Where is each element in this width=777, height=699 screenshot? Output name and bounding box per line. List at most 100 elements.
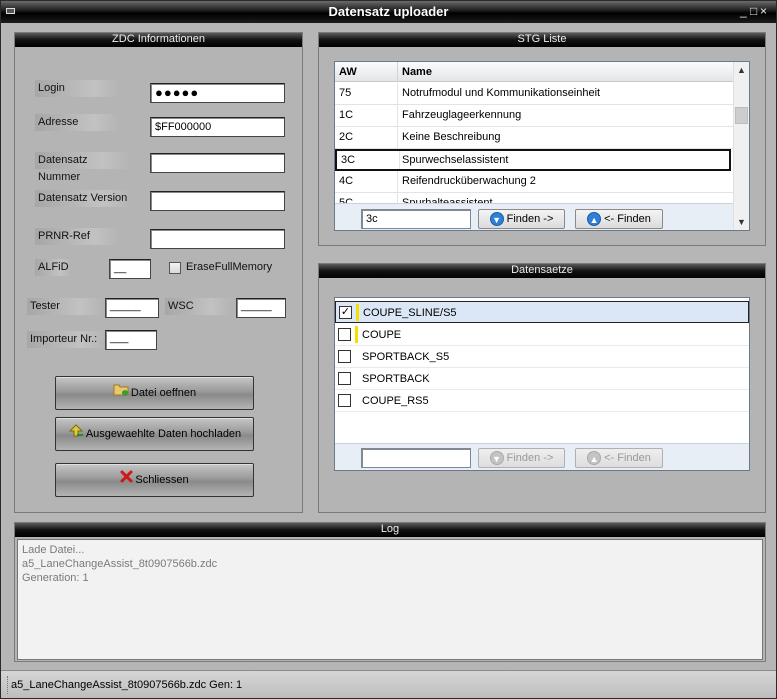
datensatz-checkbox[interactable]: [338, 328, 351, 341]
login-label: Login: [35, 80, 119, 97]
arrow-down-icon: ▼: [489, 212, 504, 227]
datensatz-version-label: Datensatz Version: [35, 190, 131, 207]
stg-row-selected[interactable]: 3C Spurwechselassistent: [335, 149, 731, 171]
datensatz-nummer-label: Datensatz Nummer: [35, 152, 131, 183]
datensatz-nummer-field[interactable]: [150, 153, 285, 173]
importeur-field[interactable]: ___: [105, 330, 157, 350]
log-output[interactable]: Lade Datei... a5_LaneChangeAssist_8t0907…: [17, 539, 763, 660]
arrow-up-icon: ▲: [587, 212, 602, 227]
minimize-icon[interactable]: _: [740, 4, 750, 18]
log-panel-title: Log: [15, 523, 765, 537]
datensatz-checkbox[interactable]: [338, 350, 351, 363]
stg-row-name: Spurwechselassistent: [402, 154, 509, 166]
zdc-panel: ZDC Informationen Login ●●●●● Adresse $F…: [14, 32, 303, 513]
stg-scrollbar[interactable]: ▲ ▼: [733, 62, 749, 230]
datensatz-item[interactable]: SPORTBACK_S5: [335, 346, 749, 368]
datensaetze-list: ✓ COUPE_SLINE/S5 COUPE SPORTBACK_S5 SPOR…: [334, 297, 750, 471]
datensatz-marker: [355, 326, 358, 343]
window-controls: _□×: [740, 4, 770, 18]
alfid-field[interactable]: __: [109, 259, 151, 279]
alfid-label: ALFiD: [35, 259, 71, 276]
close-icon[interactable]: ×: [760, 4, 770, 18]
stg-row-aw: 3C: [337, 151, 400, 169]
open-file-label: Datei oeffnen: [130, 387, 197, 399]
stg-find-next-button[interactable]: ▼ Finden ->: [478, 209, 565, 229]
importeur-label: Importeur Nr.:: [27, 331, 105, 348]
datensaetze-find-prev-label: <- Finden: [604, 452, 651, 464]
wsc-field[interactable]: _____: [236, 298, 286, 318]
stg-panel-title: STG Liste: [319, 33, 765, 47]
arrow-up-icon: ▲: [587, 451, 602, 466]
upload-selected-button[interactable]: Ausgewaehlte Daten hochladen: [55, 417, 254, 451]
datensatz-item-selected[interactable]: ✓ COUPE_SLINE/S5: [335, 301, 749, 323]
adresse-label: Adresse: [35, 114, 119, 131]
datensatz-label: COUPE_RS5: [362, 395, 429, 407]
close-label: Schliessen: [135, 474, 189, 486]
tester-label: Tester: [27, 298, 103, 315]
stg-row-aw: 2C: [335, 127, 398, 148]
datensatz-checkbox[interactable]: [338, 394, 351, 407]
col-aw-header[interactable]: AW: [335, 62, 398, 82]
datensaetze-panel: Datensaetze ✓ COUPE_SLINE/S5 COUPE SPORT…: [318, 263, 766, 513]
datensaetze-find-next-button[interactable]: ▼ Finden ->: [478, 448, 565, 468]
stg-find-next-label: Finden ->: [506, 213, 554, 225]
datensaetze-find-next-label: Finden ->: [506, 452, 554, 464]
col-name-header[interactable]: Name: [398, 62, 734, 82]
stg-row-aw: 4C: [335, 171, 398, 192]
stg-row-name: Reifendrucküberwachung 2: [402, 175, 536, 187]
datensatz-label: COUPE_SLINE/S5: [363, 307, 457, 319]
scroll-thumb[interactable]: [735, 107, 748, 124]
title-bar: Datensatz uploader _□×: [1, 1, 776, 23]
stg-find-bar: 3c ▼ Finden -> ▲ <- Finden: [335, 203, 734, 230]
datensatz-item[interactable]: COUPE_RS5: [335, 390, 749, 412]
upload-selected-label: Ausgewaehlte Daten hochladen: [85, 428, 242, 440]
datensatz-label: SPORTBACK_S5: [362, 351, 450, 363]
open-file-button[interactable]: Datei oeffnen: [55, 376, 254, 410]
stg-row[interactable]: 4C Reifendrucküberwachung 2: [335, 171, 734, 193]
datensatz-checkbox[interactable]: [338, 372, 351, 385]
datensaetze-panel-title: Datensaetze: [319, 264, 765, 278]
erase-full-memory-checkbox[interactable]: [169, 262, 181, 274]
status-text: a5_LaneChangeAssist_8t0907566b.zdc Gen: …: [11, 679, 243, 691]
stg-find-prev-label: <- Finden: [604, 213, 651, 225]
upload-icon: [68, 418, 84, 450]
datensatz-item[interactable]: SPORTBACK: [335, 368, 749, 390]
stg-row-name: Keine Beschreibung: [402, 131, 501, 143]
datensaetze-find-prev-button[interactable]: ▲ <- Finden: [575, 448, 663, 468]
log-line: Lade Datei...: [22, 544, 85, 556]
login-field[interactable]: ●●●●●: [150, 83, 285, 103]
adresse-field[interactable]: $FF000000: [150, 117, 285, 137]
prnr-ref-field[interactable]: [150, 229, 285, 249]
window-title: Datensatz uploader: [328, 4, 449, 19]
stg-row-aw: 75: [335, 83, 398, 104]
red-x-icon: [120, 464, 133, 496]
datensatz-version-field[interactable]: [150, 191, 285, 211]
datensatz-checkbox[interactable]: ✓: [339, 306, 352, 319]
stg-grid: AW Name 75 Notrufmodul und Kommunikation…: [334, 61, 750, 231]
maximize-icon[interactable]: □: [750, 4, 760, 18]
log-panel: Log Lade Datei... a5_LaneChangeAssist_8t…: [14, 522, 766, 662]
close-button[interactable]: Schliessen: [55, 463, 254, 497]
scroll-down-icon[interactable]: ▼: [734, 214, 749, 230]
datensatz-label: SPORTBACK: [362, 373, 430, 385]
log-line: a5_LaneChangeAssist_8t0907566b.zdc: [22, 558, 218, 570]
datensaetze-search-input[interactable]: [361, 448, 471, 468]
datensatz-label: COUPE: [362, 329, 402, 341]
stg-row-name: Fahrzeuglageerkennung: [402, 109, 522, 121]
datensatz-marker: [356, 304, 359, 321]
zdc-panel-title: ZDC Informationen: [15, 33, 302, 47]
stg-find-prev-button[interactable]: ▲ <- Finden: [575, 209, 663, 229]
stg-row-name: Notrufmodul und Kommunikationseinheit: [402, 87, 601, 99]
datensatz-item[interactable]: COUPE: [335, 324, 749, 346]
stg-row[interactable]: 1C Fahrzeuglageerkennung: [335, 105, 734, 127]
status-grip: [7, 676, 9, 694]
stg-row[interactable]: 2C Keine Beschreibung: [335, 127, 734, 149]
stg-row[interactable]: 75 Notrufmodul und Kommunikationseinheit: [335, 83, 734, 105]
stg-search-input[interactable]: 3c: [361, 209, 471, 229]
stg-panel: STG Liste AW Name 75 Notrufmodul und Kom…: [318, 32, 766, 246]
log-line: Generation: 1: [22, 572, 89, 584]
wsc-label: WSC: [165, 298, 231, 315]
prnr-ref-label: PRNR-Ref: [35, 228, 119, 245]
tester-field[interactable]: _____: [105, 298, 159, 318]
scroll-up-icon[interactable]: ▲: [734, 62, 749, 78]
